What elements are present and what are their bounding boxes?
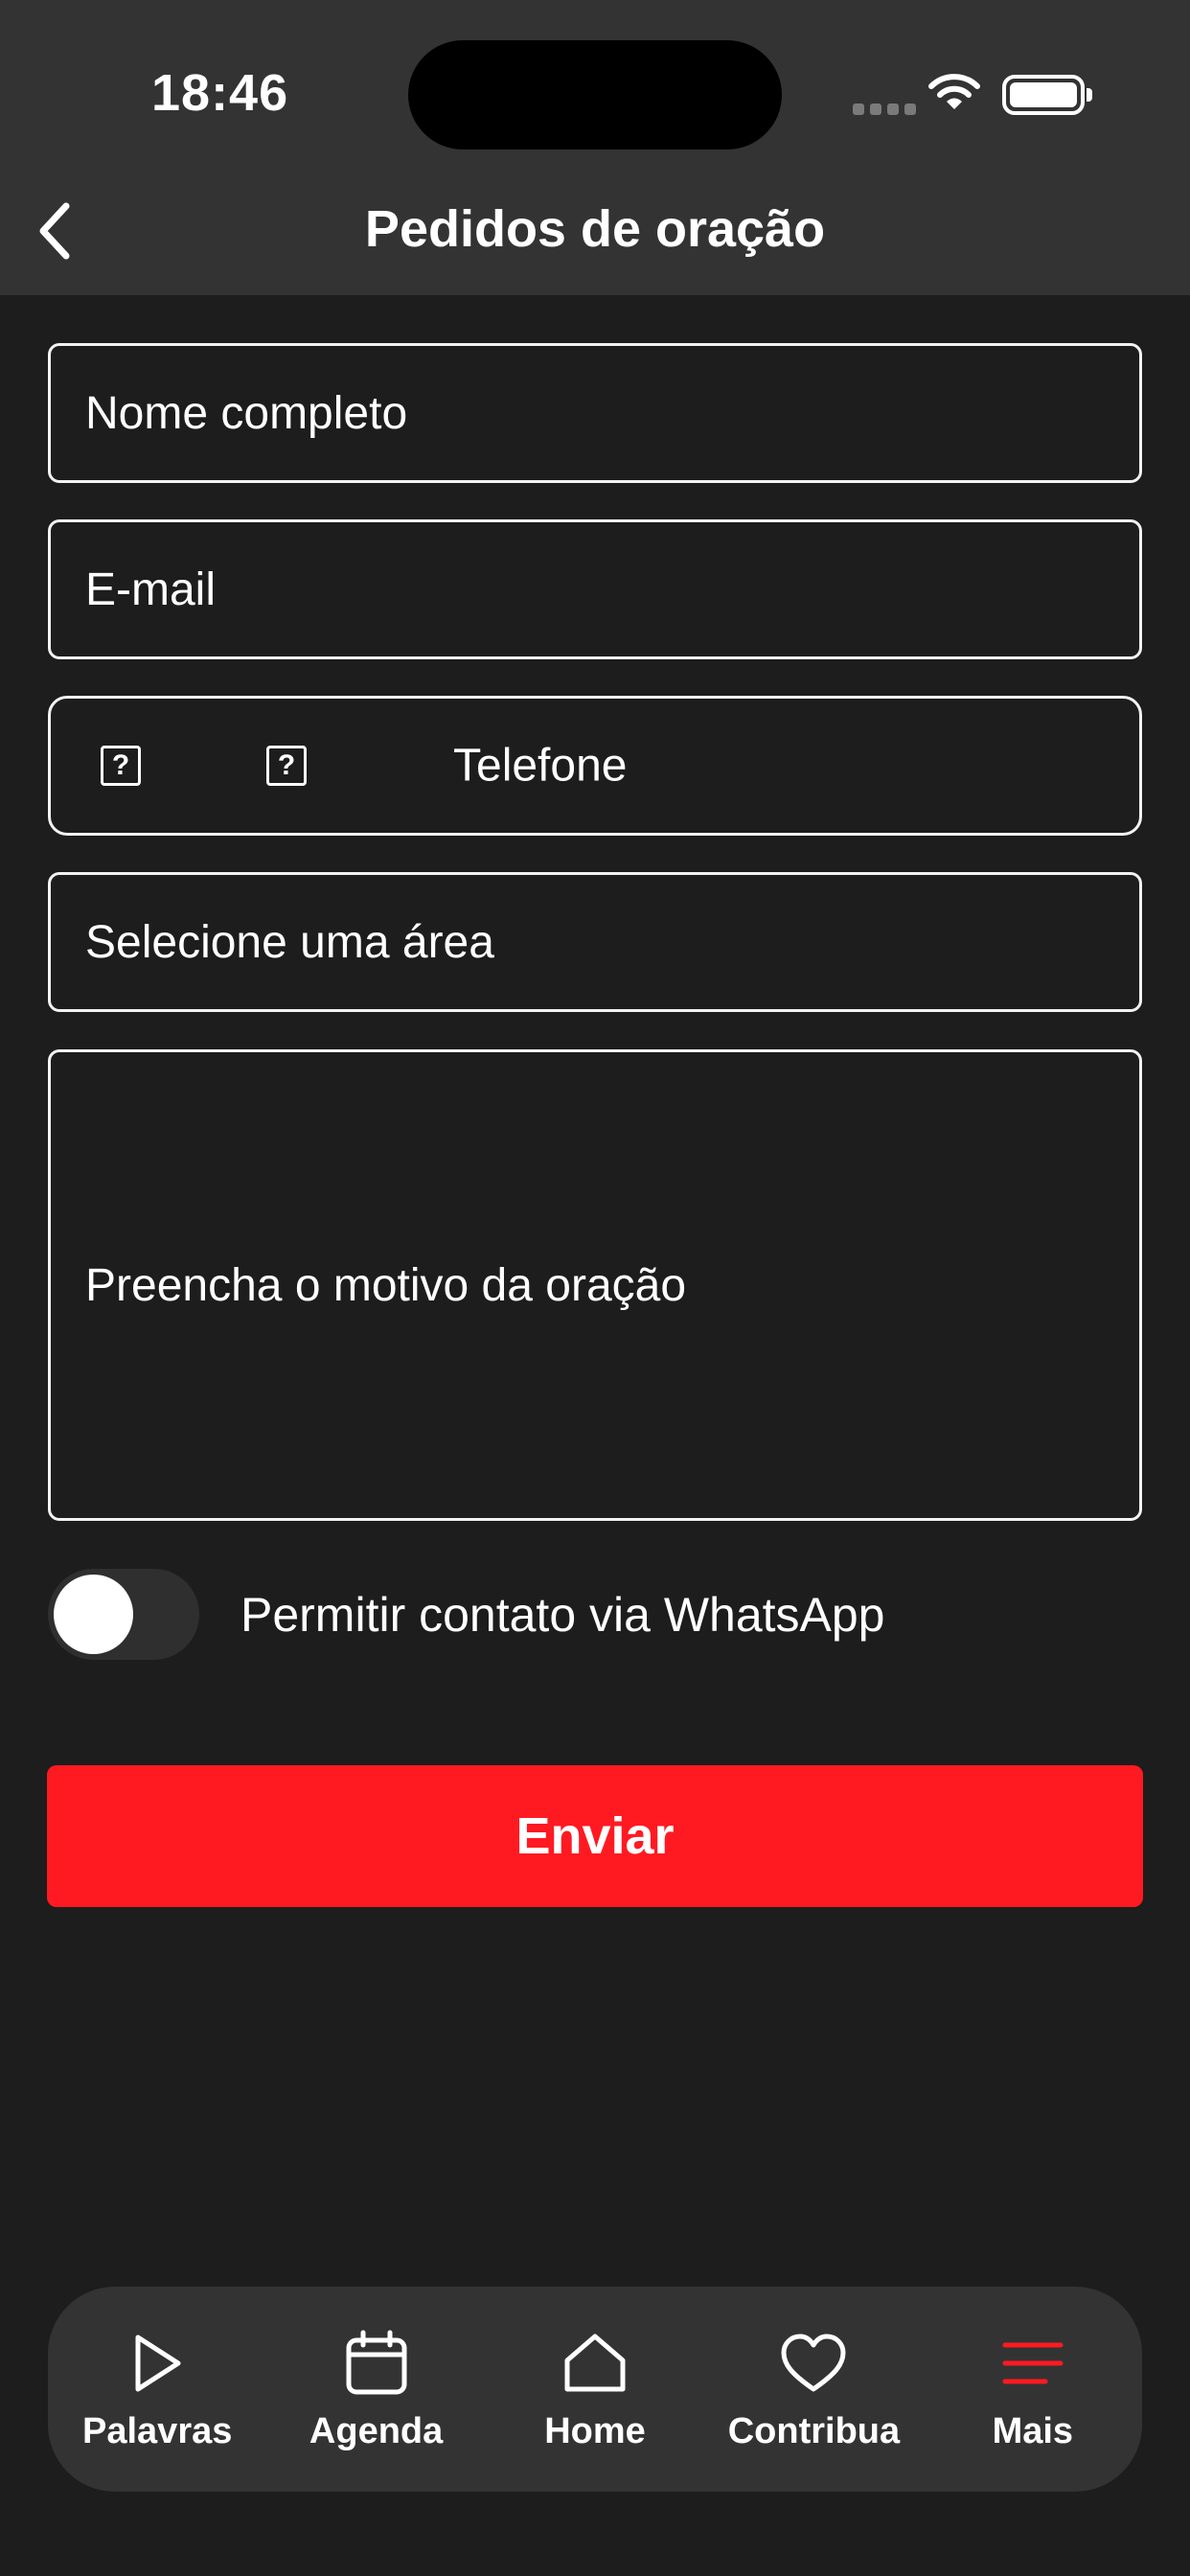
page-title: Pedidos de oração — [364, 200, 826, 258]
tab-bar: Palavras Agenda Home Contribua Mais — [48, 2287, 1142, 2492]
tab-label: Home — [544, 2411, 646, 2451]
tab-agenda[interactable]: Agenda — [266, 2287, 485, 2492]
dynamic-island — [408, 40, 782, 150]
play-icon — [128, 2327, 186, 2400]
tab-label: Mais — [992, 2411, 1074, 2451]
full-name-field[interactable]: Nome completo — [48, 343, 1142, 483]
battery-icon — [1002, 75, 1092, 115]
area-placeholder: Selecione uma área — [85, 916, 494, 968]
tab-label: Palavras — [82, 2411, 233, 2451]
tab-label: Agenda — [309, 2411, 444, 2451]
top-bar: 18:46 Pedidos de oração — [0, 0, 1190, 295]
tab-palavras[interactable]: Palavras — [48, 2287, 266, 2492]
tab-label: Contribua — [727, 2411, 901, 2451]
area-select[interactable]: Selecione uma área — [48, 872, 1142, 1012]
whatsapp-toggle-label: Permitir contato via WhatsApp — [240, 1588, 885, 1642]
wifi-icon — [927, 73, 981, 116]
heart-icon — [780, 2327, 847, 2400]
missing-glyph-icon: ? — [266, 746, 307, 786]
calendar-icon — [344, 2327, 409, 2400]
phone-field[interactable]: ? ? Telefone — [48, 696, 1142, 836]
status-time: 18:46 — [151, 64, 289, 122]
whatsapp-toggle[interactable] — [48, 1569, 199, 1660]
tab-home[interactable]: Home — [486, 2287, 704, 2492]
toggle-knob — [54, 1575, 133, 1654]
full-name-placeholder: Nome completo — [85, 387, 408, 439]
email-field[interactable]: E-mail — [48, 519, 1142, 659]
cellular-signal-icon — [853, 104, 916, 115]
prayer-reason-placeholder: Preencha o motivo da oração — [85, 1259, 687, 1311]
phone-placeholder: Telefone — [453, 740, 628, 792]
menu-icon — [1001, 2327, 1064, 2400]
prayer-reason-textarea[interactable]: Preencha o motivo da oração — [48, 1049, 1142, 1521]
email-placeholder: E-mail — [85, 564, 217, 615]
send-button[interactable]: Enviar — [47, 1765, 1143, 1907]
tab-mais[interactable]: Mais — [924, 2287, 1142, 2492]
missing-glyph-icon: ? — [101, 746, 141, 786]
home-icon — [561, 2327, 629, 2400]
tab-contribua[interactable]: Contribua — [704, 2287, 923, 2492]
